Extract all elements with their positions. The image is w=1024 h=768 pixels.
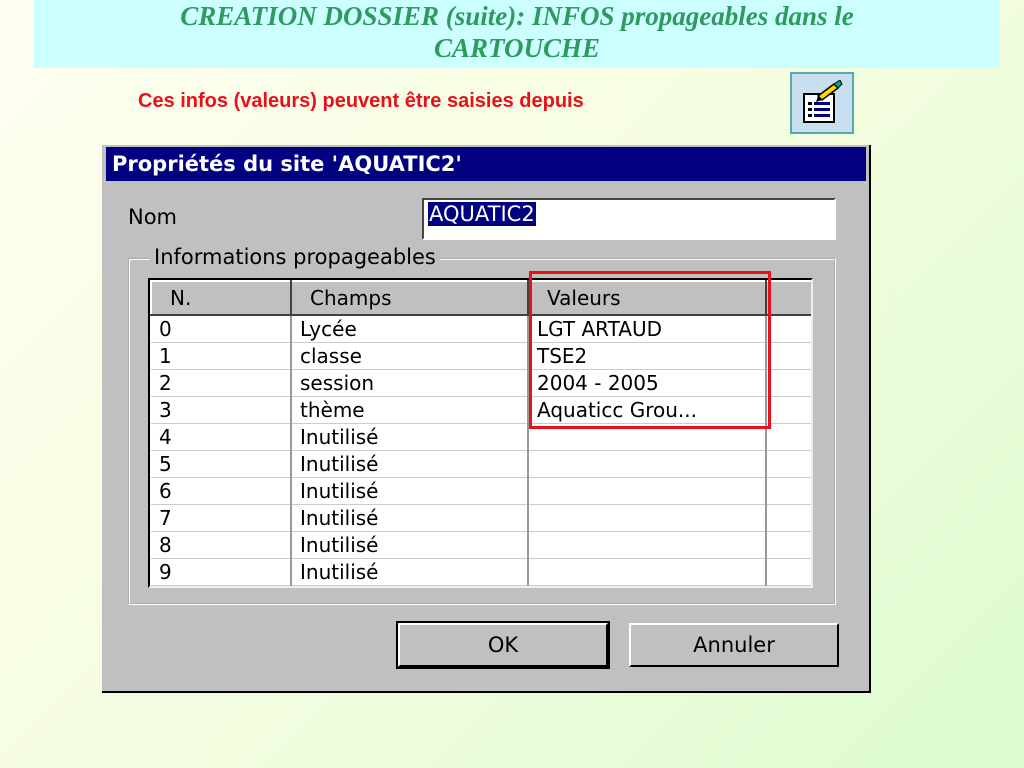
column-header-champs[interactable]: Champs	[290, 280, 529, 316]
cell-valeur[interactable]: LGT ARTAUD	[528, 315, 767, 343]
cell-champ[interactable]: Inutilisé	[291, 423, 529, 451]
dialog-title-bar: Propriétés du site 'AQUATIC2'	[106, 147, 866, 181]
cell-empty	[766, 342, 811, 370]
cell-champ[interactable]: Inutilisé	[291, 450, 529, 478]
cell-empty	[766, 369, 811, 397]
cell-valeur[interactable]	[528, 477, 767, 505]
cell-empty	[766, 423, 811, 451]
table-row[interactable]: 0 Lycée LGT ARTAUD	[151, 315, 811, 343]
slide-title: CREATION DOSSIER (suite): INFOS propagea…	[34, 0, 1000, 68]
column-header-empty	[765, 280, 811, 316]
cell-empty	[766, 531, 811, 559]
slide-title-line2: CARTOUCHE	[433, 33, 601, 63]
cell-valeur[interactable]	[528, 423, 767, 451]
cancel-button[interactable]: Annuler	[629, 623, 839, 667]
cell-empty	[766, 450, 811, 478]
cell-n[interactable]: 5	[151, 450, 292, 478]
table-row[interactable]: 7 Inutilisé	[151, 504, 811, 532]
cell-n[interactable]: 4	[151, 423, 292, 451]
cell-champ[interactable]: Inutilisé	[291, 477, 529, 505]
cell-n[interactable]: 3	[151, 396, 292, 424]
cell-valeur[interactable]	[528, 504, 767, 532]
cell-champ[interactable]: classe	[291, 342, 529, 370]
properties-icon	[803, 80, 843, 123]
cell-valeur[interactable]	[528, 558, 767, 586]
propageable-info-grid[interactable]: N. Champs Valeurs 0 Lycée LGT ARTAUD 1 class…	[148, 278, 813, 588]
nom-field[interactable]: AQUATIC2	[422, 198, 836, 240]
cell-champ[interactable]: Inutilisé	[291, 504, 529, 532]
cell-valeur[interactable]	[528, 450, 767, 478]
cell-n[interactable]: 0	[151, 315, 292, 343]
cell-empty	[766, 477, 811, 505]
table-row[interactable]: 3 thème Aquaticc Grou...	[151, 396, 811, 424]
column-header-n[interactable]: N.	[150, 280, 292, 316]
properties-button[interactable]	[790, 72, 854, 134]
cell-n[interactable]: 6	[151, 477, 292, 505]
cell-n[interactable]: 1	[151, 342, 292, 370]
cell-empty	[766, 396, 811, 424]
nom-value: AQUATIC2	[428, 202, 536, 226]
slide-subtitle: Ces infos (valeurs) peuvent être saisies…	[138, 90, 584, 112]
column-header-valeurs[interactable]: Valeurs	[527, 280, 767, 316]
table-row[interactable]: 2 session 2004 - 2005	[151, 369, 811, 397]
site-properties-dialog: Propriétés du site 'AQUATIC2' Nom AQUATI…	[102, 145, 871, 693]
cell-valeur[interactable]: TSE2	[528, 342, 767, 370]
table-row[interactable]: 8 Inutilisé	[151, 531, 811, 559]
cell-champ[interactable]: Lycée	[291, 315, 529, 343]
cell-n[interactable]: 8	[151, 531, 292, 559]
cell-empty	[766, 558, 811, 586]
table-row[interactable]: 4 Inutilisé	[151, 423, 811, 451]
cell-valeur[interactable]	[528, 531, 767, 559]
cell-n[interactable]: 2	[151, 369, 292, 397]
cell-empty	[766, 315, 811, 343]
table-row[interactable]: 1 classe TSE2	[151, 342, 811, 370]
table-row[interactable]: 6 Inutilisé	[151, 477, 811, 505]
cell-champ[interactable]: session	[291, 369, 529, 397]
cell-empty	[766, 504, 811, 532]
cell-n[interactable]: 7	[151, 504, 292, 532]
cell-valeur[interactable]: 2004 - 2005	[528, 369, 767, 397]
cell-valeur[interactable]: Aquaticc Grou...	[528, 396, 767, 424]
ok-button[interactable]: OK	[396, 621, 610, 669]
cell-champ[interactable]: Inutilisé	[291, 558, 529, 586]
group-label: Informations propageables	[150, 245, 440, 269]
table-row[interactable]: 5 Inutilisé	[151, 450, 811, 478]
cell-n[interactable]: 9	[151, 558, 292, 586]
table-row[interactable]: 9 Inutilisé	[151, 558, 811, 586]
slide-title-line1: CREATION DOSSIER (suite): INFOS propagea…	[180, 1, 854, 31]
nom-label: Nom	[128, 205, 178, 229]
cell-champ[interactable]: Inutilisé	[291, 531, 529, 559]
cell-champ[interactable]: thème	[291, 396, 529, 424]
